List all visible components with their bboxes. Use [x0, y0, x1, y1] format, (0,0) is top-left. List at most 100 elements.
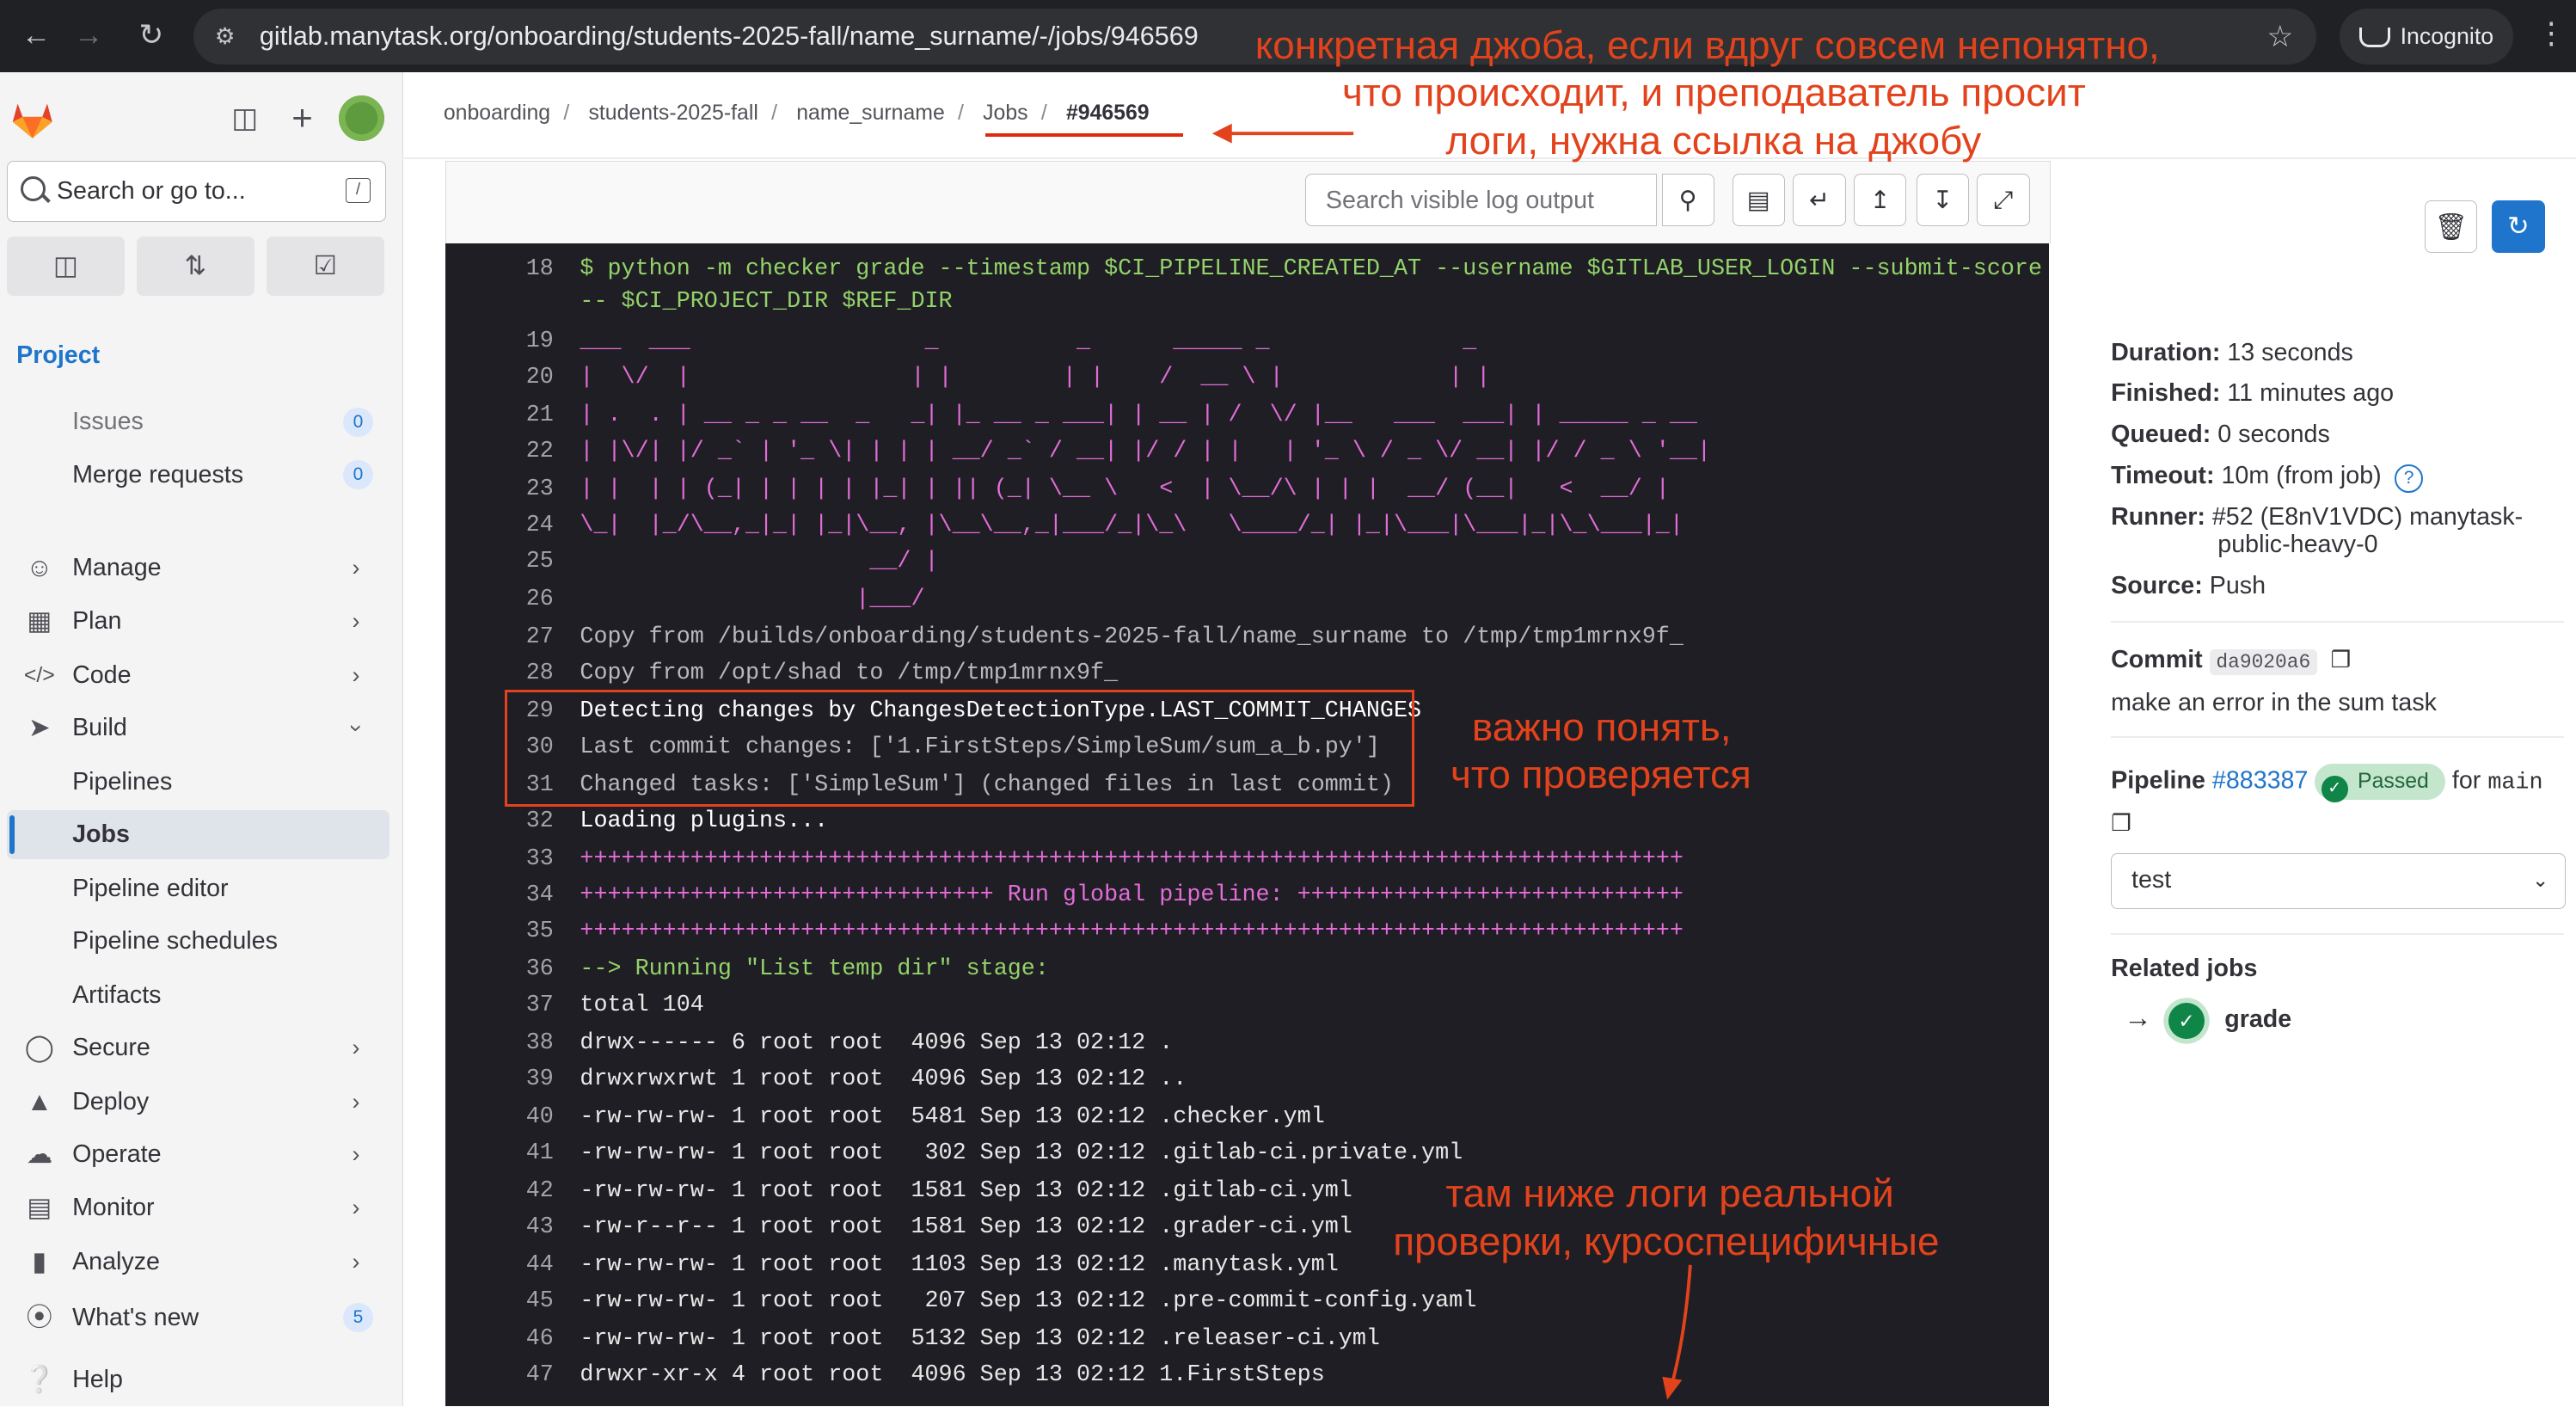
forward-icon[interactable]: → — [69, 16, 108, 56]
sidebar-item-manage[interactable]: ☺ Manage › — [0, 544, 389, 593]
log-line-number[interactable]: 43 — [445, 1214, 554, 1240]
user-avatar[interactable] — [338, 95, 385, 142]
sidebar-item-monitor[interactable]: ▤ Monitor › — [0, 1183, 389, 1232]
commit-sha[interactable]: da9020a6 — [2209, 648, 2317, 675]
queued-label: Queued: — [2111, 421, 2211, 449]
log-search-input[interactable]: Search visible log output — [1305, 173, 1657, 226]
log-line-number[interactable]: 18 — [445, 256, 554, 282]
log-line-number[interactable]: 23 — [445, 476, 554, 502]
log-search-button[interactable]: ⚲ — [1661, 173, 1714, 226]
log-line-number[interactable]: 21 — [445, 402, 554, 428]
gitlab-logo-icon[interactable] — [9, 95, 55, 141]
sidebar-item-jobs[interactable]: Jobs — [6, 809, 389, 860]
bookmark-star-icon[interactable]: ☆ — [2266, 20, 2293, 54]
sidebar-item-pipelines[interactable]: Pipelines — [0, 758, 389, 807]
pipeline-link[interactable]: #883387 — [2212, 767, 2309, 795]
log-line-number[interactable]: 41 — [445, 1140, 554, 1166]
wrap-lines-button[interactable]: ↵ — [1793, 173, 1846, 226]
sidebar-item-analyze[interactable]: ▮ Analyze › — [0, 1238, 389, 1287]
site-info-icon[interactable]: ⚙ — [211, 22, 240, 51]
log-line-number[interactable]: 20 — [445, 365, 554, 390]
breadcrumb-item[interactable]: students-2025-fall — [588, 101, 757, 125]
log-line-number[interactable]: 33 — [445, 846, 554, 872]
log-line-number[interactable]: 46 — [445, 1326, 554, 1352]
project-section-title[interactable]: Project — [16, 341, 100, 370]
collapse-sidebar-icon[interactable]: ◫ — [229, 101, 261, 134]
sidebar-item-deploy[interactable]: ▲ Deploy › — [0, 1078, 389, 1127]
log-line-number[interactable]: 39 — [445, 1066, 554, 1092]
copy-icon[interactable]: ❐ — [2331, 647, 2352, 673]
breadcrumb-item[interactable]: onboarding — [444, 101, 550, 125]
commit-message[interactable]: make an error in the sum task — [2111, 689, 2437, 717]
pipeline-ref[interactable]: main — [2487, 771, 2542, 796]
log-line-number[interactable]: 35 — [445, 919, 554, 944]
sidebar-item-label: Deploy — [72, 1088, 150, 1116]
sidebar-item-build[interactable]: ➤ Build › — [0, 704, 389, 753]
runner-value-continued[interactable]: public-heavy-0 — [2217, 531, 2377, 559]
runner-value[interactable]: #52 (E8nV1VDC) manytask- — [2212, 503, 2523, 531]
sidebar-item-operate[interactable]: ☁ Operate › — [0, 1130, 389, 1179]
annotation-underline — [985, 132, 1183, 137]
duration-value: 13 seconds — [2227, 338, 2353, 366]
scroll-top-button[interactable]: ↥ — [1854, 173, 1907, 226]
breadcrumb-current[interactable]: #946569 — [1066, 101, 1150, 125]
breadcrumb-item[interactable]: name_surname — [796, 101, 945, 125]
stage-select[interactable]: test ⌄ — [2111, 852, 2567, 909]
sidebar-item-issues[interactable]: Issues 0 — [0, 397, 389, 446]
log-line-number[interactable]: 40 — [445, 1104, 554, 1130]
copy-icon[interactable]: ❐ — [2111, 810, 2131, 837]
url-text[interactable]: gitlab.manytask.org/onboarding/students-… — [260, 9, 1199, 65]
erase-job-button[interactable]: 🗑 — [2425, 200, 2478, 254]
fullscreen-button[interactable]: ⤢ — [1977, 173, 2030, 226]
question-circle-icon[interactable]: ? — [2395, 464, 2423, 493]
log-line-number[interactable]: 27 — [445, 624, 554, 650]
merge-requests-quick-button[interactable]: ⇅ — [136, 237, 255, 296]
sidebar-item-plan[interactable]: ▦ Plan › — [0, 597, 389, 646]
show-raw-button[interactable]: ▤ — [1732, 173, 1785, 226]
sidebar-item-pipeline-schedules[interactable]: Pipeline schedules — [0, 917, 389, 966]
sidebar-item-merge-requests[interactable]: Merge requests 0 — [0, 451, 389, 500]
sidebar-item-artifacts[interactable]: Artifacts — [0, 971, 389, 1020]
breadcrumb-item[interactable]: Jobs — [983, 101, 1027, 125]
browser-menu-icon[interactable]: ⋮ — [2536, 16, 2566, 51]
related-job-name[interactable]: grade — [2224, 1005, 2291, 1033]
todos-quick-button[interactable]: ☑ — [266, 237, 385, 296]
log-line-number[interactable]: 47 — [445, 1362, 554, 1388]
retry-job-button[interactable]: ↻ — [2492, 200, 2545, 254]
back-icon[interactable]: ← — [16, 16, 56, 56]
sidebar-item-label: Artifacts — [72, 981, 162, 1010]
log-line-number[interactable]: 26 — [445, 587, 554, 612]
create-new-icon[interactable]: + — [285, 100, 318, 136]
breadcrumb-separator: / — [1040, 101, 1047, 126]
log-line-number[interactable]: 45 — [445, 1288, 554, 1314]
breadcrumb-separator: / — [563, 101, 570, 126]
sidebar-item-code[interactable]: </> Code › — [0, 651, 389, 700]
incognito-indicator[interactable]: Incognito — [2339, 8, 2514, 65]
sidebar-item-label: Secure — [72, 1034, 150, 1062]
log-line-number[interactable]: 24 — [445, 513, 554, 538]
log-line-number[interactable]: 44 — [445, 1252, 554, 1278]
issues-count-badge: 0 — [343, 407, 373, 438]
log-line-number[interactable]: 19 — [445, 329, 554, 354]
log-line-number[interactable]: 37 — [445, 992, 554, 1018]
sidebar-item-pipeline-editor[interactable]: Pipeline editor — [0, 864, 389, 913]
log-line-number[interactable]: 36 — [445, 956, 554, 982]
sidebar-item-help[interactable]: ❔ Help — [0, 1355, 389, 1404]
log-line-number[interactable]: 38 — [445, 1030, 554, 1056]
log-line-number[interactable]: 34 — [445, 882, 554, 908]
runner-label: Runner: — [2111, 502, 2205, 531]
log-line-number[interactable]: 32 — [445, 808, 554, 834]
scroll-bottom-button[interactable]: ↧ — [1916, 173, 1969, 226]
reload-icon[interactable]: ↻ — [132, 16, 171, 56]
pipeline-status-badge[interactable]: ✓ Passed — [2315, 764, 2445, 802]
breadcrumb: onboarding / students-2025-fall / name_sur… — [444, 101, 1162, 126]
search-input[interactable]: Search or go to... / — [6, 161, 387, 223]
related-job-item[interactable]: → ✓ grade — [2124, 1002, 2291, 1039]
issues-quick-button[interactable]: ◫ — [6, 237, 126, 296]
log-line-number[interactable]: 42 — [445, 1178, 554, 1204]
sidebar-item-secure[interactable]: ◯ Secure › — [0, 1023, 389, 1072]
log-line-number[interactable]: 28 — [445, 660, 554, 686]
log-line-number[interactable]: 25 — [445, 549, 554, 574]
sidebar-item-whats-new[interactable]: ⦿ What's new 5 — [0, 1293, 389, 1342]
log-line-number[interactable]: 22 — [445, 439, 554, 464]
